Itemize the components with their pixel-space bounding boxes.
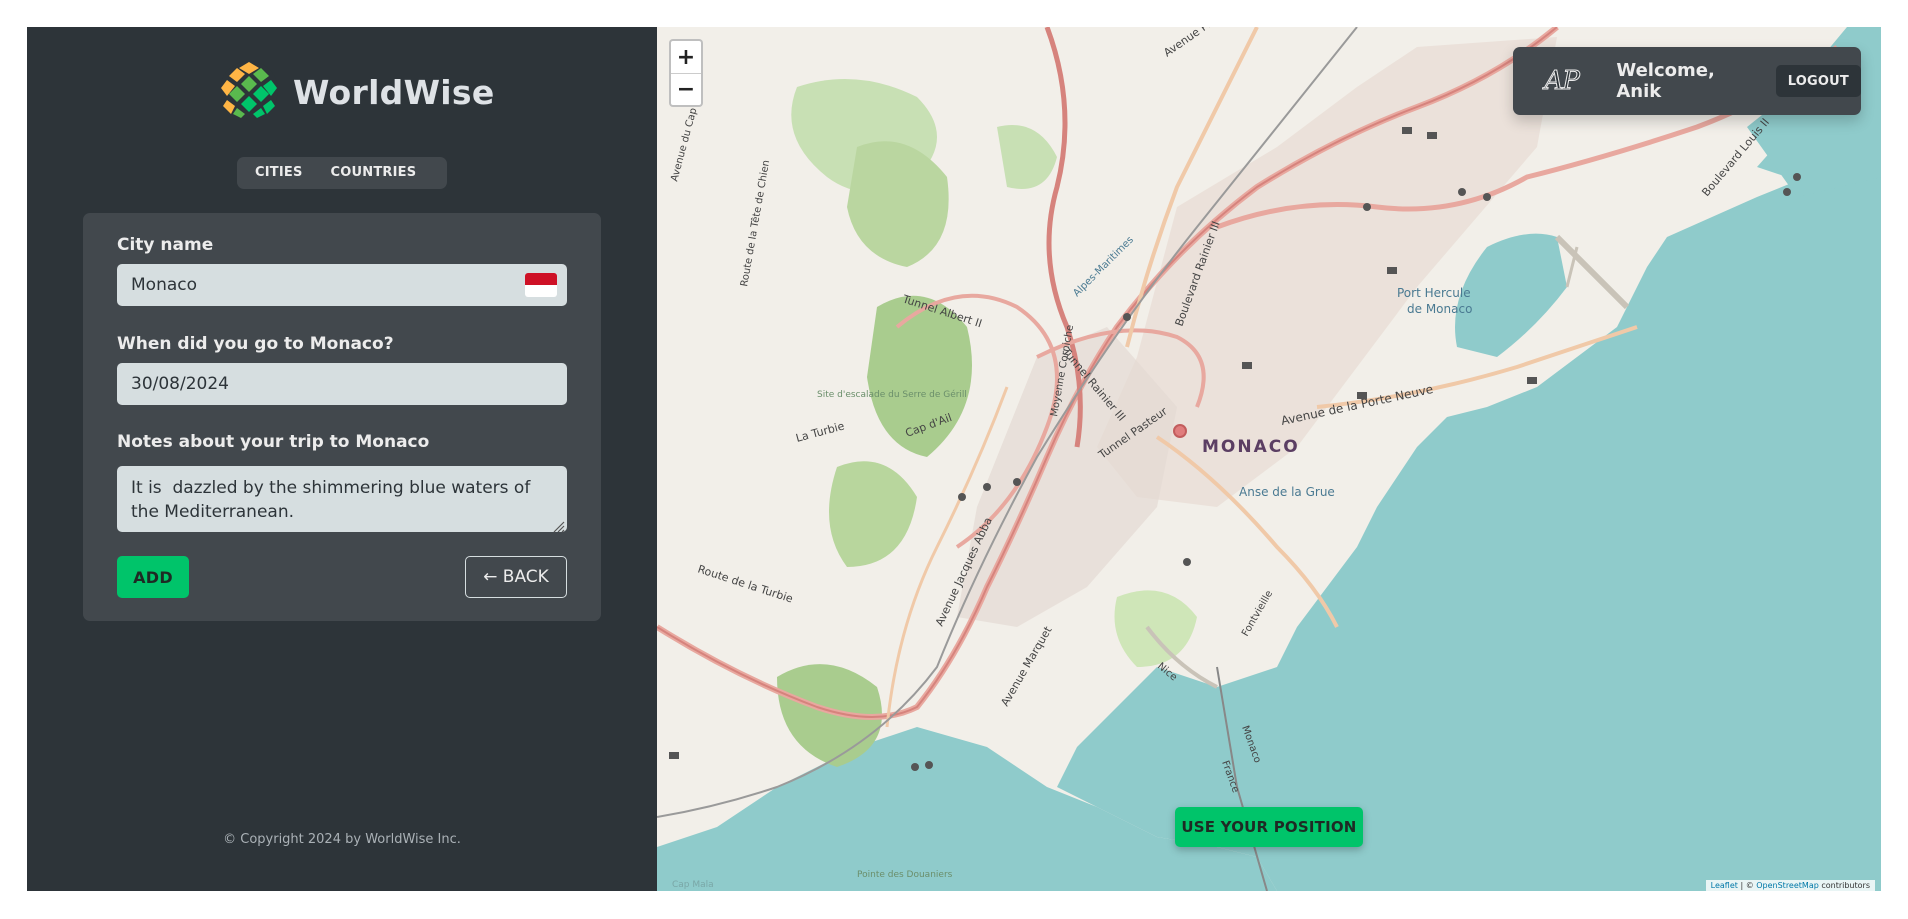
notes-textarea[interactable]: It is dazzled by the shimmering blue wat… bbox=[117, 466, 567, 533]
map-label-de-monaco: de Monaco bbox=[1407, 302, 1472, 316]
map-label-anse-de-la-grue: Anse de la Grue bbox=[1239, 485, 1335, 499]
date-input[interactable]: 30/08/2024 bbox=[117, 363, 567, 405]
tab-cities[interactable]: CITIES bbox=[241, 161, 317, 185]
notes-label: Notes about your trip to Monaco bbox=[117, 432, 430, 452]
globe-icon bbox=[219, 60, 279, 124]
tab-countries[interactable]: COUNTRIES bbox=[317, 161, 431, 185]
logo[interactable]: WorldWise bbox=[219, 60, 495, 124]
city-name-value: Monaco bbox=[131, 275, 198, 295]
back-button[interactable]: ← BACK bbox=[465, 556, 567, 598]
date-label: When did you go to Monaco? bbox=[117, 334, 394, 354]
notes-value: It is dazzled by the shimmering blue wat… bbox=[131, 478, 536, 522]
map-label-cap-mala: Cap Mala bbox=[672, 880, 714, 890]
use-position-button[interactable]: USE YOUR POSITION bbox=[1175, 807, 1363, 847]
welcome-text: Welcome, Anik bbox=[1616, 60, 1715, 102]
map-attribution: Leaflet | © OpenStreetMap contributors bbox=[1705, 880, 1875, 891]
add-button[interactable]: ADD bbox=[117, 556, 189, 598]
map-label-escalade: Site d'escalade du Serre de Gérill bbox=[817, 389, 967, 400]
brand-name: WorldWise bbox=[293, 72, 495, 112]
user-panel: AP Welcome, Anik LOGOUT bbox=[1513, 47, 1861, 115]
zoom-control: + − bbox=[669, 39, 703, 107]
nav-tabs: CITIES COUNTRIES bbox=[237, 157, 447, 189]
city-form: City name Monaco When did you go to Mona… bbox=[83, 213, 601, 621]
osm-link[interactable]: OpenStreetMap bbox=[1756, 881, 1819, 890]
monaco-flag-icon bbox=[525, 273, 557, 297]
resize-handle-icon[interactable] bbox=[551, 516, 565, 533]
map-tiles: MONACO Port Hercule de Monaco Anse de la… bbox=[657, 27, 1881, 891]
date-value: 30/08/2024 bbox=[131, 374, 229, 394]
zoom-out-button[interactable]: − bbox=[671, 73, 701, 105]
zoom-in-button[interactable]: + bbox=[671, 41, 701, 73]
city-name-label: City name bbox=[117, 235, 214, 255]
attribution-separator: | © bbox=[1737, 881, 1757, 890]
avatar: AP bbox=[1544, 66, 1580, 97]
map-label-pointe: Pointe des Douaniers bbox=[857, 870, 953, 880]
leaflet-link[interactable]: Leaflet bbox=[1711, 881, 1738, 890]
map[interactable]: MONACO Port Hercule de Monaco Anse de la… bbox=[657, 27, 1881, 891]
city-name-input[interactable]: Monaco bbox=[117, 264, 567, 306]
app-root: WorldWise CITIES COUNTRIES City name Mon… bbox=[27, 27, 1881, 891]
map-city-label: MONACO bbox=[1202, 437, 1300, 457]
attribution-suffix: contributors bbox=[1818, 881, 1870, 890]
copyright: © Copyright 2024 by WorldWise Inc. bbox=[223, 832, 461, 847]
logout-button[interactable]: LOGOUT bbox=[1775, 65, 1861, 97]
sidebar: WorldWise CITIES COUNTRIES City name Mon… bbox=[27, 27, 657, 891]
map-label-port-hercule: Port Hercule bbox=[1397, 286, 1471, 300]
